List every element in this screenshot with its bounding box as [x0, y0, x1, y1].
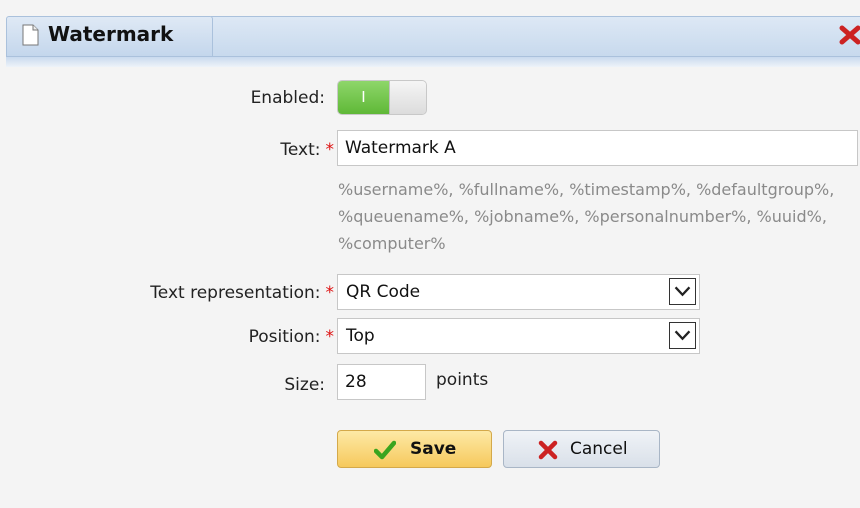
size-input[interactable]: 28 [337, 364, 426, 400]
checkmark-icon [374, 440, 396, 460]
x-icon [538, 440, 558, 460]
cancel-button[interactable]: Cancel [503, 430, 660, 468]
enabled-label: Enabled: [251, 88, 325, 108]
document-icon [22, 24, 39, 46]
text-representation-label: Text representation: * [150, 283, 334, 303]
enabled-label-text: Enabled: [250, 88, 325, 108]
size-units: points [436, 370, 489, 390]
text-representation-select[interactable]: QR Code [337, 274, 700, 310]
enabled-toggle[interactable]: I [337, 80, 427, 115]
position-label-text: Position: [248, 327, 321, 347]
text-representation-label-text: Text representation: [150, 283, 321, 303]
dialog-title: Watermark [48, 22, 174, 46]
save-button[interactable]: Save [337, 430, 492, 468]
hint-line: %username%, %fullname%, %timestamp%, %de… [338, 180, 835, 199]
size-label: Size: [284, 375, 325, 395]
dialog-titlebar: Watermark [0, 0, 860, 67]
text-input[interactable]: Watermark A [337, 130, 858, 166]
cancel-label: Cancel [570, 439, 628, 459]
toggle-on-segment: I [338, 81, 389, 114]
size-label-text: Size: [284, 375, 325, 395]
hint-line: %queuename%, %jobname%, %personalnumber%… [338, 207, 827, 226]
required-asterisk: * [325, 327, 335, 347]
select-value: QR Code [346, 282, 421, 302]
save-label: Save [410, 439, 457, 459]
text-label: Text: * [280, 140, 334, 160]
toggle-knob [389, 81, 426, 114]
placeholder-hint: %username%, %fullname%, %timestamp%, %de… [338, 176, 858, 257]
chevron-down-icon[interactable] [669, 278, 696, 305]
position-select[interactable]: Top [337, 318, 700, 354]
position-label: Position: * [249, 327, 334, 347]
hint-line: %computer% [338, 234, 446, 253]
required-asterisk: * [325, 283, 335, 303]
titlebar-underline [6, 56, 860, 67]
watermark-dialog: Watermark Enabled: I Text: * Watermark A … [0, 0, 860, 508]
chevron-down-icon[interactable] [669, 322, 696, 349]
titlebar-background [211, 16, 860, 57]
required-asterisk: * [325, 140, 335, 160]
select-value: Top [346, 326, 375, 346]
text-label-text: Text: [280, 140, 321, 160]
close-icon[interactable] [838, 24, 860, 46]
